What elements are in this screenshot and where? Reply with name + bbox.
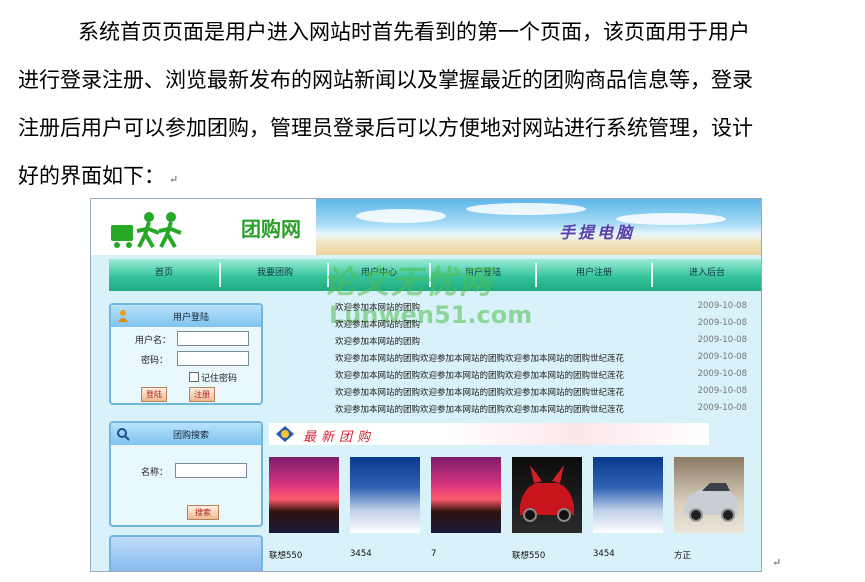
product-label: 联想550 (512, 551, 546, 561)
news-row[interactable]: 欢迎参加本网站的团购欢迎参加本网站的团购欢迎参加本网站的团购世纪莲花 2009-1… (335, 350, 751, 367)
news-row[interactable]: 欢迎参加本网站的团购欢迎参加本网站的团购欢迎参加本网站的团购世纪莲花 2009-1… (335, 384, 751, 401)
paragraph-line: 好的界面如下： ↵ (18, 164, 179, 188)
badge-icon (276, 426, 294, 442)
watermark-text: 论文无忧网 (323, 263, 494, 301)
product-thumbnail[interactable] (350, 457, 420, 533)
login-button[interactable]: 登陆 (141, 387, 167, 402)
red-car-icon (520, 465, 574, 522)
nav-home[interactable]: 首页 (109, 259, 219, 291)
silver-car-icon (684, 483, 738, 522)
paragraph-mark: ↵ (169, 173, 179, 186)
paragraph-line: 进行登录注册、浏览最新发布的网站新闻以及掌握最近的团购商品信息等，登录 (18, 68, 753, 92)
figure-end-mark: ↵ (772, 556, 782, 569)
news-row[interactable]: 欢迎参加本网站的团购 2009-10-08 (335, 299, 751, 316)
product-thumbnail[interactable] (512, 457, 582, 533)
login-panel: 用户登陆 用户名： 密码： 记住密码 登陆 注册 (109, 303, 263, 405)
site-banner: 团购网 手提电脑 (91, 199, 761, 255)
nav-group-buy[interactable]: 我要团购 (223, 259, 327, 291)
paragraph-line: 系统首页页面是用户进入网站时首先看到的第一个页面，该页面用于用户 (78, 20, 750, 44)
news-row[interactable]: 欢迎参加本网站的团购欢迎参加本网站的团购欢迎参加本网站的团购世纪莲花 2009-1… (335, 401, 751, 418)
logo-area: 团购网 (91, 199, 316, 255)
product-label: 联想550 (269, 551, 303, 561)
document-paragraph: 系统首页页面是用户进入网站时首先看到的第一个页面，该页面用于用户 进行登录注册、… (18, 8, 853, 200)
password-input[interactable] (177, 351, 249, 366)
username-label: 用户名： (135, 336, 172, 346)
product-label: 3454 (350, 549, 372, 559)
nav-admin[interactable]: 进入后台 (653, 259, 761, 291)
banner-slogan: 手提电脑 (559, 223, 636, 242)
product-label: 3454 (593, 549, 615, 559)
search-button[interactable]: 搜索 (187, 505, 219, 520)
product-thumbnail[interactable] (593, 457, 663, 533)
product-label: 方正 (674, 551, 692, 561)
product-thumbnail[interactable] (269, 457, 339, 533)
register-button[interactable]: 注册 (189, 387, 215, 402)
username-input[interactable] (177, 331, 249, 346)
login-panel-title: 用户登陆 (173, 313, 210, 323)
product-label: 7 (431, 549, 437, 559)
remember-password-checkbox[interactable] (189, 372, 199, 382)
user-icon (118, 310, 128, 322)
search-panel-title: 团购搜索 (173, 431, 210, 441)
shopping-cart-people-icon (111, 212, 182, 249)
news-row[interactable]: 欢迎参加本网站的团购 2009-10-08 (335, 316, 751, 333)
product-thumbnail[interactable] (674, 457, 744, 533)
search-panel: 团购搜索 名称： 搜索 (109, 421, 263, 527)
news-row[interactable]: 欢迎参加本网站的团购欢迎参加本网站的团购欢迎参加本网站的团购世纪莲花 2009-1… (335, 367, 751, 384)
product-thumbnail[interactable] (431, 457, 501, 533)
password-label: 密码： (141, 356, 169, 366)
left-decorative-panel (109, 535, 263, 571)
remember-password-label: 记住密码 (201, 374, 238, 384)
site-logo-text: 团购网 (241, 217, 301, 241)
news-row[interactable]: 欢迎参加本网站的团购 2009-10-08 (335, 333, 751, 350)
nav-user-register[interactable]: 用户注册 (537, 259, 651, 291)
search-name-input[interactable] (175, 463, 247, 478)
section-title: 最新团购 (303, 430, 376, 445)
website-screenshot: 团购网 手提电脑 首页 我要团购 用户中心 用户登陆 用户注册 进入后台 论文无… (90, 198, 762, 572)
name-label: 名称： (141, 468, 169, 478)
beach-banner-image (316, 199, 761, 255)
latest-group-buy-header: 最新团购 (269, 423, 709, 445)
paragraph-line: 注册后用户可以参加团购，管理员登录后可以方便地对网站进行系统管理，设计 (18, 116, 753, 140)
search-icon (117, 428, 130, 441)
